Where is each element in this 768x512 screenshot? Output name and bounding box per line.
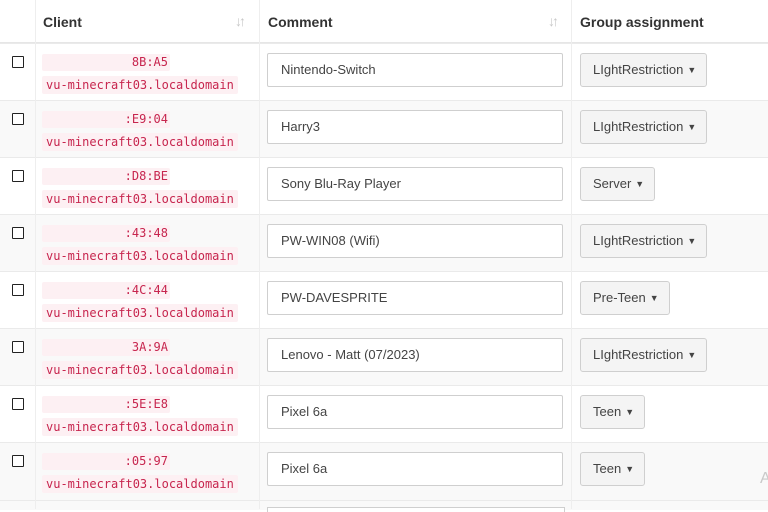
- row-checkbox[interactable]: [12, 455, 24, 467]
- client-hostname: vu-minecraft03.localdomain: [42, 361, 238, 379]
- column-divider: [259, 0, 260, 509]
- sort-arrows-icon[interactable]: ↓↑: [235, 14, 246, 28]
- caret-down-icon: ▼: [625, 407, 635, 417]
- table-row: :05:97 vu-minecraft03.localdomain Pixel …: [0, 442, 768, 500]
- client-mac-address: 8B:A5: [42, 54, 170, 71]
- group-label: Pre-Teen: [593, 290, 646, 305]
- header-group-assignment[interactable]: Group assignment: [580, 0, 704, 42]
- client-mac-address: :4C:44: [42, 282, 170, 299]
- column-divider: [571, 0, 572, 509]
- comment-input[interactable]: Nintendo-Switch: [267, 53, 563, 87]
- comment-input[interactable]: Harry3: [267, 110, 563, 144]
- caret-down-icon: ▼: [687, 65, 697, 75]
- comment-input[interactable]: PW-WIN08 (Wifi): [267, 224, 563, 258]
- group-assignment-dropdown[interactable]: LIghtRestriction ▼: [580, 53, 708, 87]
- group-assignment-dropdown[interactable]: Teen ▼: [580, 452, 646, 486]
- table-row: 8B:A5 vu-minecraft03.localdomain Nintend…: [0, 43, 768, 101]
- group-assignment-dropdown[interactable]: Server ▼: [580, 167, 656, 201]
- header-client[interactable]: Client: [43, 0, 82, 42]
- row-checkbox[interactable]: [12, 284, 24, 296]
- client-hostname: vu-minecraft03.localdomain: [42, 76, 238, 94]
- caret-down-icon: ▼: [687, 350, 697, 360]
- table-row: :4C:44 vu-minecraft03.localdomain PW-DAV…: [0, 271, 768, 329]
- client-hostname: vu-minecraft03.localdomain: [42, 475, 238, 493]
- row-checkbox[interactable]: [12, 341, 24, 353]
- client-hostname: vu-minecraft03.localdomain: [42, 304, 238, 322]
- comment-input[interactable]: Lenovo - Matt (07/2023): [267, 338, 563, 372]
- table-row: :43:48 vu-minecraft03.localdomain PW-WIN…: [0, 214, 768, 272]
- row-checkbox[interactable]: [12, 398, 24, 410]
- table-header: Client ↓↑ Comment ↓↑ Group assignment: [0, 0, 768, 44]
- client-hostname: vu-minecraft03.localdomain: [42, 133, 238, 151]
- group-assignment-dropdown[interactable]: Teen ▼: [580, 395, 646, 429]
- client-mac-address: :D8:BE: [42, 168, 170, 185]
- comment-input[interactable]: Pixel 6a: [267, 395, 563, 429]
- group-label: LIghtRestriction: [593, 233, 684, 248]
- group-label: LIghtRestriction: [593, 347, 684, 362]
- group-assignment-dropdown[interactable]: Pre-Teen ▼: [580, 281, 670, 315]
- group-label: Server: [593, 176, 632, 191]
- watermark-letter: A: [760, 470, 768, 487]
- row-checkbox[interactable]: [12, 113, 24, 125]
- comment-input[interactable]: PW-DAVESPRITE: [267, 281, 563, 315]
- group-assignment-dropdown[interactable]: LIghtRestriction ▼: [580, 338, 708, 372]
- caret-down-icon: ▼: [625, 464, 635, 474]
- group-label: LIghtRestriction: [593, 62, 684, 77]
- client-hostname: vu-minecraft03.localdomain: [42, 190, 238, 208]
- client-hostname: vu-minecraft03.localdomain: [42, 418, 238, 436]
- group-assignment-dropdown[interactable]: LIghtRestriction ▼: [580, 110, 708, 144]
- table-row: :E9:04 vu-minecraft03.localdomain Harry3…: [0, 100, 768, 158]
- row-checkbox[interactable]: [12, 227, 24, 239]
- comment-input-partial[interactable]: [267, 507, 565, 512]
- client-mac-address: :5E:E8: [42, 396, 170, 413]
- column-divider: [35, 0, 36, 509]
- caret-down-icon: ▼: [687, 122, 697, 132]
- caret-down-icon: ▼: [635, 179, 645, 189]
- group-label: LIghtRestriction: [593, 119, 684, 134]
- client-mac-address: :43:48: [42, 225, 170, 242]
- row-checkbox[interactable]: [12, 56, 24, 68]
- table-row: :D8:BE vu-minecraft03.localdomain Sony B…: [0, 157, 768, 215]
- header-comment[interactable]: Comment: [268, 0, 333, 42]
- group-label: Teen: [593, 461, 622, 476]
- table-row: :5E:E8 vu-minecraft03.localdomain Pixel …: [0, 385, 768, 443]
- clients-table: Client ↓↑ Comment ↓↑ Group assignment 8B…: [0, 0, 768, 512]
- group-assignment-dropdown[interactable]: LIghtRestriction ▼: [580, 224, 708, 258]
- row-checkbox[interactable]: [12, 170, 24, 182]
- table-row: 3A:9A vu-minecraft03.localdomain Lenovo …: [0, 328, 768, 386]
- sort-arrows-icon[interactable]: ↓↑: [548, 14, 559, 28]
- client-hostname: vu-minecraft03.localdomain: [42, 247, 238, 265]
- caret-down-icon: ▼: [649, 293, 659, 303]
- group-label: Teen: [593, 404, 622, 419]
- comment-input[interactable]: Sony Blu-Ray Player: [267, 167, 563, 201]
- client-mac-address: :05:97: [42, 453, 170, 470]
- client-mac-address: 3A:9A: [42, 339, 170, 356]
- comment-input[interactable]: Pixel 6a: [267, 452, 563, 486]
- caret-down-icon: ▼: [687, 236, 697, 246]
- client-mac-address: :E9:04: [42, 111, 170, 128]
